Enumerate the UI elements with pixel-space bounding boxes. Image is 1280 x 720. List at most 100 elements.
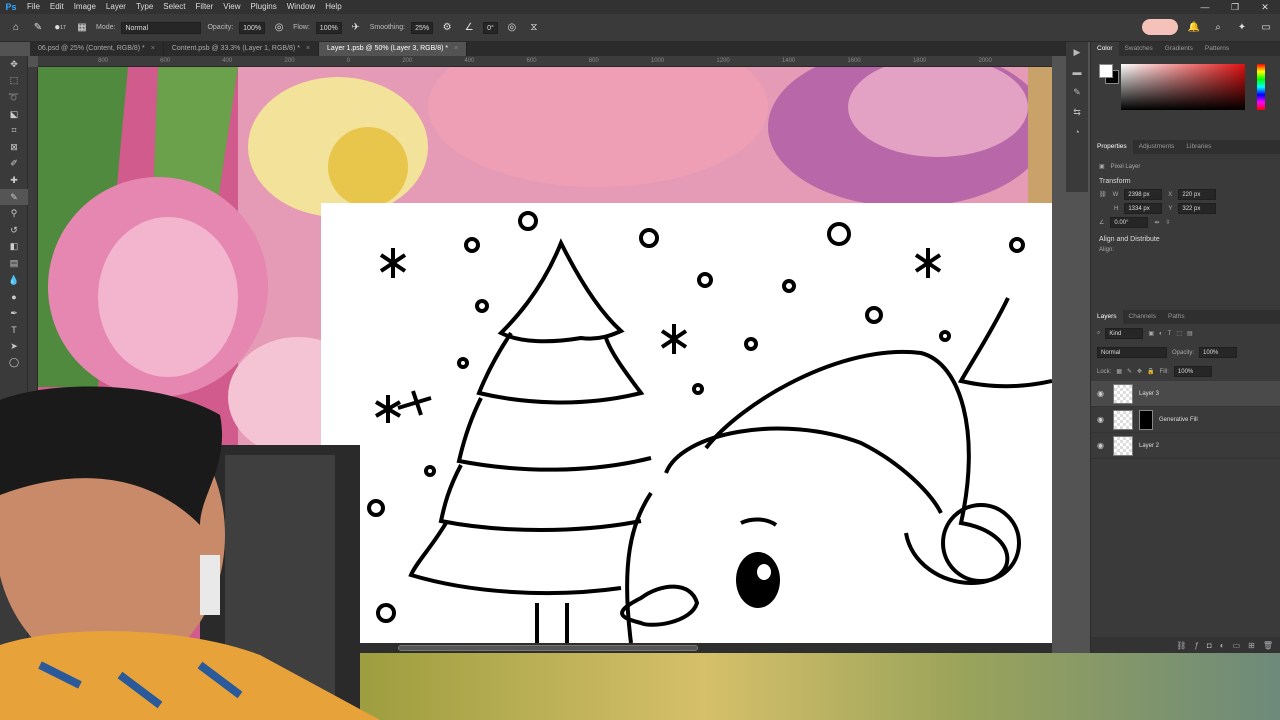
object-select-tool-icon[interactable]: ⬕ [0,106,28,123]
brush-panel-icon[interactable]: ✎ [1066,82,1088,102]
link-layers-icon[interactable]: ⛓ [1176,641,1186,650]
crop-tool-icon[interactable]: ⌗ [0,122,28,139]
lock-pixels-icon[interactable]: ▦ [1116,368,1122,375]
menu-edit[interactable]: Edit [45,0,69,14]
shape-tool-icon[interactable]: ◯ [0,355,28,372]
transform-section-title[interactable]: Transform [1099,178,1272,185]
bell-icon[interactable]: 🔔 [1186,19,1202,35]
menu-select[interactable]: Select [158,0,190,14]
user-badge[interactable] [1142,19,1178,35]
lock-all-icon[interactable]: 🔒 [1147,368,1154,375]
layer-mask-thumbnail[interactable] [1139,409,1153,430]
brush-preset-icon[interactable]: ● 17 [52,20,68,36]
doc-tab-layer1[interactable]: Layer 1.psb @ 50% (Layer 3, RGB/8) * × [319,42,468,56]
mode-select[interactable]: Normal [121,21,202,34]
tab-adjustments[interactable]: Adjustments [1133,140,1181,154]
color-picker-field[interactable] [1121,64,1245,110]
opacity-field[interactable]: 100% [239,21,266,34]
visibility-eye-icon[interactable]: ◉ [1097,441,1107,450]
workspace-icon[interactable]: ▭ [1258,19,1274,35]
doc-tab-06[interactable]: 06.psd @ 25% (Content, RGB/8) * × [30,42,164,56]
close-tab-icon[interactable]: × [306,45,310,52]
comments-icon[interactable]: ▬ [1066,62,1088,82]
new-layer-icon[interactable]: ⊞ [1248,641,1255,650]
tab-swatches[interactable]: Swatches [1119,42,1159,56]
airbrush-icon[interactable]: ✈ [348,20,364,36]
search-icon[interactable]: ⌕ [1210,19,1226,35]
home-icon[interactable]: ⌂ [8,20,24,36]
layer-row[interactable]: ◉ Layer 3 [1091,381,1280,407]
frame-tool-icon[interactable]: ⊠ [0,139,28,156]
tab-layers[interactable]: Layers [1091,310,1123,324]
scroll-thumb[interactable] [398,645,698,651]
tab-channels[interactable]: Channels [1123,310,1162,324]
menu-file[interactable]: File [22,0,45,14]
close-button[interactable]: ✕ [1250,0,1280,14]
pen-tool-icon[interactable]: ✒ [0,305,28,322]
coloring-page-layer[interactable] [321,203,1052,643]
lock-move-icon[interactable]: ✥ [1137,368,1142,375]
filter-kind-select[interactable]: Kind [1105,328,1144,339]
adjust-icon[interactable]: ⇆ [1066,102,1088,122]
filter-shape-icon[interactable]: ⬚ [1176,330,1182,337]
filter-type-icon[interactable]: T [1168,331,1172,337]
history-brush-icon[interactable]: ↺ [0,222,28,239]
visibility-eye-icon[interactable]: ◉ [1097,389,1107,398]
smoothing-field[interactable]: 25% [411,21,434,34]
tab-paths[interactable]: Paths [1162,310,1191,324]
menu-image[interactable]: Image [69,0,101,14]
blend-mode-select[interactable]: Normal [1097,347,1167,358]
stamp-tool-icon[interactable]: ⚲ [0,205,28,222]
fill-field[interactable]: 100% [1173,366,1212,377]
new-adjustment-icon[interactable]: ◐ [1220,641,1225,650]
flip-horizontal-icon[interactable]: ⇹ [1154,219,1159,226]
pressure-opacity-icon[interactable]: ◎ [271,20,287,36]
filter-smart-icon[interactable]: ▤ [1187,330,1193,337]
menu-window[interactable]: Window [282,0,320,14]
doc-tab-content[interactable]: Content.psb @ 33.3% (Layer 1, RGB/8) * × [164,42,320,56]
flow-field[interactable]: 100% [315,21,342,34]
x-field[interactable]: 220 px [1178,189,1217,200]
blur-tool-icon[interactable]: 💧 [0,272,28,289]
fx-icon[interactable]: ƒ [1194,641,1198,650]
move-tool-icon[interactable]: ✥ [0,56,28,73]
menu-type[interactable]: Type [131,0,158,14]
tab-patterns[interactable]: Patterns [1199,42,1235,56]
brush-tool-icon[interactable]: ✎ [30,20,46,36]
tab-libraries[interactable]: Libraries [1180,140,1217,154]
eyedropper-tool-icon[interactable]: ✐ [0,156,28,173]
brush-settings-icon[interactable]: ▦ [74,20,90,36]
layer-row[interactable]: ◉ Generative Fill [1091,407,1280,433]
tab-gradients[interactable]: Gradients [1159,42,1199,56]
angle-field[interactable]: 0° [483,21,498,34]
symmetry-icon[interactable]: ⧖ [526,20,542,36]
pressure-size-icon[interactable]: ◎ [504,20,520,36]
filter-adjust-icon[interactable]: ◐ [1159,331,1163,337]
path-select-icon[interactable]: ➤ [0,338,28,355]
menu-layer[interactable]: Layer [101,0,131,14]
visibility-eye-icon[interactable]: ◉ [1097,415,1107,424]
type-tool-icon[interactable]: T [0,322,28,339]
minimize-button[interactable]: — [1190,0,1220,14]
hue-slider[interactable] [1257,64,1265,110]
menu-view[interactable]: View [218,0,245,14]
layer-name[interactable]: Layer 3 [1139,391,1159,397]
foreground-color-swatch[interactable] [1099,64,1113,78]
history-icon[interactable]: ◔ [1066,122,1088,142]
close-tab-icon[interactable]: × [454,45,458,52]
height-field[interactable]: 1334 px [1124,203,1163,214]
menu-filter[interactable]: Filter [191,0,219,14]
tab-color[interactable]: Color [1091,42,1119,56]
new-group-icon[interactable]: ▭ [1233,641,1241,650]
add-mask-icon[interactable]: ◘ [1207,641,1212,650]
width-field[interactable]: 2398 px [1124,189,1163,200]
filter-pixel-icon[interactable]: ▣ [1148,330,1154,337]
layer-row[interactable]: ◉ Layer 2 [1091,433,1280,459]
gear-icon[interactable]: ⚙ [439,20,455,36]
play-icon[interactable]: ▶ [1066,42,1088,62]
y-field[interactable]: 322 px [1178,203,1217,214]
lock-paint-icon[interactable]: ✎ [1127,368,1132,375]
angle-field[interactable]: 0.00° [1110,217,1149,228]
flip-vertical-icon[interactable]: ⇳ [1165,219,1170,226]
share-icon[interactable]: ✦ [1234,19,1250,35]
